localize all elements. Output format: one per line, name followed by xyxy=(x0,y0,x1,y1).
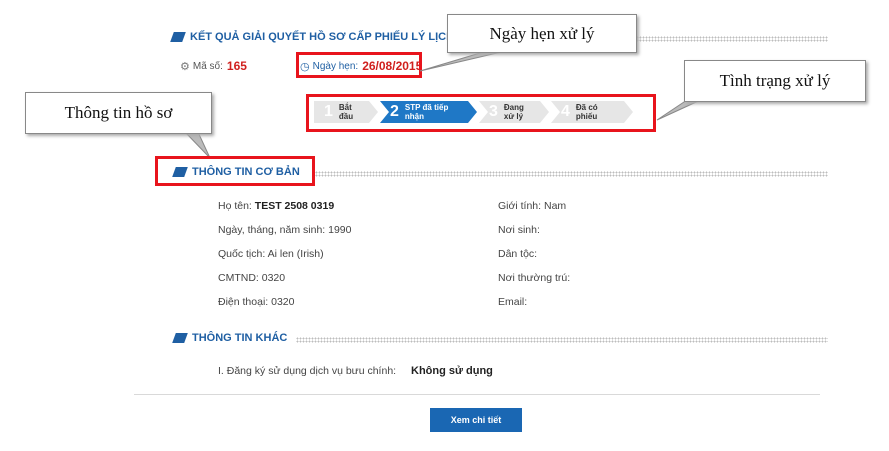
postal-service-field: I. Đăng ký sử dụng dịch vụ bưu chính: Kh… xyxy=(218,365,493,377)
postal-value: Không sử dụng xyxy=(411,365,493,377)
postal-label: I. Đăng ký sử dụng dịch vụ bưu chính: xyxy=(218,365,397,377)
name-field: Họ tên: TEST 2508 0319 xyxy=(218,200,335,212)
gender-field: Giới tính: Nam xyxy=(498,200,567,212)
ethnicity-field: Dân tộc: xyxy=(498,248,538,260)
view-details-button[interactable]: Xem chi tiết xyxy=(430,408,522,432)
birthplace-field: Nơi sinh: xyxy=(498,224,540,236)
basic-info-divider xyxy=(312,171,828,177)
id-card-field: CMTND: 0320 xyxy=(218,272,286,284)
nationality-field: Quốc tịch: Ai len (Irish) xyxy=(218,248,324,260)
section-icon xyxy=(172,333,188,343)
phone-field: Điện thoại: 0320 xyxy=(218,296,295,308)
callout-appointment: Ngày hẹn xử lý xyxy=(447,14,637,53)
other-info-divider xyxy=(296,337,828,343)
other-info-header: THÔNG TIN KHÁC xyxy=(172,332,288,344)
callout-profile: Thông tin hồ sơ xyxy=(25,92,212,134)
callout-status: Tình trạng xử lý xyxy=(684,60,866,102)
profile-highlight xyxy=(155,156,315,186)
dob-field: Ngày, tháng, năm sinh: 1990 xyxy=(218,224,352,236)
name-value: TEST 2508 0319 xyxy=(254,200,335,212)
email-field: Email: xyxy=(498,296,528,308)
other-info-title: THÔNG TIN KHÁC xyxy=(192,332,288,344)
footer-divider xyxy=(134,394,820,395)
residence-field: Nơi thường trú: xyxy=(498,272,571,284)
